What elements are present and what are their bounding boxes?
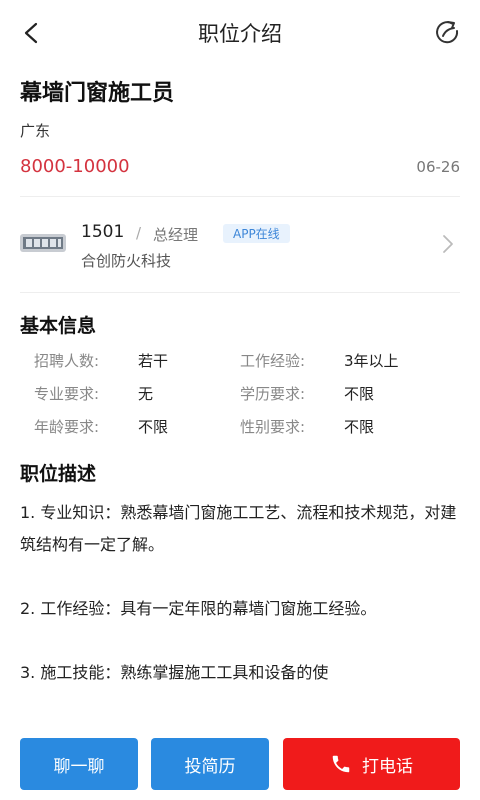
job-city: 广东: [20, 122, 51, 140]
section-title-description: 职位描述: [20, 463, 97, 485]
job-title: 幕墙门窗施工员: [20, 81, 175, 106]
phone-icon: [332, 755, 350, 773]
company-name: 合创防火科技: [81, 252, 172, 270]
basic-info-grid: 招聘人数: 若干 工作经验: 3年以上 专业要求: 无 学历要求: 不限 年龄要…: [34, 350, 454, 449]
description-paragraph: 3. 施工技能：熟练掌握施工工具和设备的使: [20, 663, 329, 682]
online-badge: APP在线: [223, 224, 290, 243]
submit-resume-button[interactable]: 投简历: [151, 738, 269, 790]
call-button-label: 打电话: [362, 756, 413, 777]
info-row: 招聘人数: 若干 工作经验: 3年以上: [34, 350, 454, 383]
info-value: 不限: [138, 418, 169, 436]
job-salary: 8000-10000: [20, 156, 130, 177]
company-logo: [20, 234, 66, 252]
info-value: 不限: [344, 418, 375, 436]
separator: /: [136, 224, 142, 242]
job-description: 1. 专业知识：熟悉幕墙门窗施工工艺、流程和技术规范，对建筑结构有一定了解。 2…: [20, 497, 460, 721]
info-label: 性别要求:: [240, 418, 306, 436]
info-value: 无: [138, 385, 154, 403]
info-label: 专业要求:: [34, 385, 100, 403]
share-icon[interactable]: [432, 18, 464, 48]
divider: [20, 196, 460, 197]
info-row: 专业要求: 无 学历要求: 不限: [34, 383, 454, 416]
info-label: 招聘人数:: [34, 352, 100, 370]
info-label: 工作经验:: [240, 352, 306, 370]
page-title: 职位介绍: [198, 22, 282, 46]
description-paragraph: 1. 专业知识：熟悉幕墙门窗施工工艺、流程和技术规范，对建筑结构有一定了解。: [20, 503, 457, 554]
chat-button-label: 聊一聊: [53, 756, 105, 777]
section-title-basic-info: 基本信息: [20, 315, 97, 337]
post-date: 06-26: [416, 158, 460, 176]
info-label: 年龄要求:: [34, 418, 100, 436]
recruiter-title: 总经理: [153, 226, 199, 244]
divider: [20, 292, 460, 293]
nav-bar: 职位介绍: [0, 0, 480, 66]
description-paragraph: 2. 工作经验：具有一定年限的幕墙门窗施工经验。: [20, 599, 377, 618]
info-value: 不限: [344, 385, 375, 403]
info-label: 学历要求:: [240, 385, 306, 403]
recruiter-name: 1501: [81, 222, 125, 242]
resume-button-label: 投简历: [184, 756, 236, 777]
chat-button[interactable]: 聊一聊: [20, 738, 138, 790]
info-value: 若干: [138, 352, 169, 370]
info-row: 年龄要求: 不限 性别要求: 不限: [34, 416, 454, 449]
company-card[interactable]: 1501 / 总经理 APP在线 合创防火科技: [0, 200, 480, 292]
chevron-right-icon: [443, 235, 453, 253]
call-button[interactable]: 打电话: [283, 738, 460, 790]
info-value: 3年以上: [344, 352, 399, 370]
